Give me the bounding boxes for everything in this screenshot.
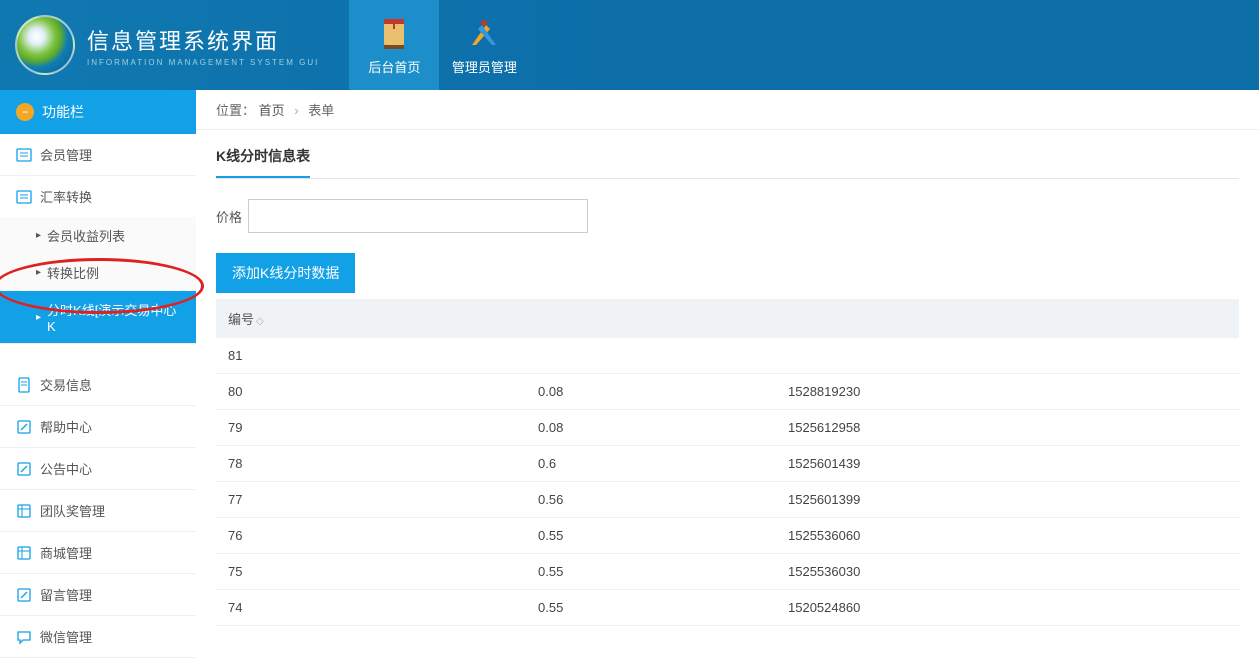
sidebar-item-label: 微信管理: [40, 627, 92, 646]
cell-price: 0.6: [538, 456, 788, 471]
cell-ts: 1528819230: [788, 384, 1227, 399]
chat-icon: [16, 629, 32, 645]
sidebar-item-label: 帮助中心: [40, 417, 92, 436]
cell-id: 80: [228, 384, 538, 399]
sidebar-item-message[interactable]: 留言管理: [0, 574, 196, 616]
nav-tab-admin-label: 管理员管理: [452, 57, 517, 76]
sidebar-header: − 功能栏: [0, 90, 196, 134]
app-subtitle: INFORMATION MANAGEMENT SYSTEM GUI: [87, 58, 319, 67]
add-kline-button[interactable]: 添加K线分时数据: [216, 253, 355, 293]
caret-right-icon: ▸: [36, 230, 41, 241]
chevron-right-icon: ›: [294, 103, 298, 118]
app-title: 信息管理系统界面: [87, 24, 319, 56]
cell-price: 0.56: [538, 492, 788, 507]
doc-icon: [16, 377, 32, 393]
panel-title: K线分时信息表: [216, 146, 310, 178]
edit-icon: [16, 419, 32, 435]
grid-icon: [16, 545, 32, 561]
cell-id: 81: [228, 348, 538, 363]
app-logo: [15, 15, 75, 75]
grid-icon: [16, 503, 32, 519]
price-form-row: 价格: [216, 199, 1239, 233]
sidebar-item-wechat[interactable]: 微信管理: [0, 616, 196, 658]
sidebar-sub-kline[interactable]: ▸ 分时K线[演示交易中心K: [0, 291, 196, 343]
table-row[interactable]: 760.551525536060: [216, 518, 1239, 554]
header-nav-tabs: 后台首页 管理员管理: [349, 0, 529, 90]
cell-price: 0.55: [538, 564, 788, 579]
breadcrumb-home[interactable]: 首页: [259, 103, 285, 118]
cell-ts: 1525536060: [788, 528, 1227, 543]
cell-ts: 1525601439: [788, 456, 1227, 471]
cell-id: 77: [228, 492, 538, 507]
app-header: 信息管理系统界面 INFORMATION MANAGEMENT SYSTEM G…: [0, 0, 1259, 90]
sidebar-item-mall[interactable]: 商城管理: [0, 532, 196, 574]
sidebar-item-label: 留言管理: [40, 585, 92, 604]
breadcrumb-label: 位置：: [216, 103, 255, 118]
sidebar-item-label: 会员管理: [40, 145, 92, 164]
sidebar-sub-label: 分时K线[演示交易中心K: [47, 300, 180, 334]
sidebar-sub-ratio[interactable]: ▸ 转换比例: [0, 254, 196, 291]
sidebar: − 功能栏 会员管理 汇率转换 ▸ 会员收益列表: [0, 90, 196, 658]
sidebar-item-exchange[interactable]: 汇率转换 ▸ 会员收益列表 ▸ 转换比例 ▸ 分时K线[演示交易中心K: [0, 176, 196, 344]
sidebar-item-label: 团队奖管理: [40, 501, 105, 520]
sort-icon: ◇: [256, 316, 264, 327]
sidebar-sub-label: 会员收益列表: [47, 226, 125, 245]
cell-ts: 1525536030: [788, 564, 1227, 579]
cell-ts: 1525601399: [788, 492, 1227, 507]
cell-id: 79: [228, 420, 538, 435]
nav-tab-home-label: 后台首页: [368, 57, 420, 76]
table-row[interactable]: 790.081525612958: [216, 410, 1239, 446]
table-row[interactable]: 780.61525601439: [216, 446, 1239, 482]
edit-icon: [16, 461, 32, 477]
sidebar-sub-earnings[interactable]: ▸ 会员收益列表: [0, 217, 196, 254]
main-content: 位置： 首页 › 表单 K线分时信息表 价格 添加K线分时数据 编号◇: [196, 90, 1259, 658]
list-icon: [16, 189, 32, 205]
sidebar-item-label: 交易信息: [40, 375, 92, 394]
caret-right-icon: ▸: [36, 312, 41, 323]
sidebar-item-members[interactable]: 会员管理: [0, 134, 196, 176]
sidebar-item-team[interactable]: 团队奖管理: [0, 490, 196, 532]
sidebar-item-trade[interactable]: 交易信息: [0, 364, 196, 406]
table-row[interactable]: 770.561525601399: [216, 482, 1239, 518]
table-header: 编号◇: [216, 299, 1239, 338]
cell-price: 0.55: [538, 528, 788, 543]
sidebar-item-announce[interactable]: 公告中心: [0, 448, 196, 490]
sidebar-item-label: 汇率转换: [40, 187, 92, 206]
price-input[interactable]: [248, 199, 588, 233]
panel: K线分时信息表 价格 添加K线分时数据 编号◇ 81800.0815288192…: [196, 130, 1259, 626]
cell-ts: [788, 348, 1227, 363]
cell-ts: 1525612958: [788, 420, 1227, 435]
cell-price: 0.08: [538, 384, 788, 399]
breadcrumb-current: 表单: [308, 103, 334, 118]
app-title-block: 信息管理系统界面 INFORMATION MANAGEMENT SYSTEM G…: [87, 24, 319, 67]
edit-icon: [16, 587, 32, 603]
data-table: 编号◇ 81800.081528819230790.08152561295878…: [216, 299, 1239, 626]
book-icon: [376, 15, 412, 51]
cell-id: 78: [228, 456, 538, 471]
cell-price: [538, 348, 788, 363]
sidebar-item-help[interactable]: 帮助中心: [0, 406, 196, 448]
sidebar-submenu-exchange: ▸ 会员收益列表 ▸ 转换比例 ▸ 分时K线[演示交易中心K: [0, 217, 196, 343]
sidebar-sub-label: 转换比例: [47, 263, 99, 282]
sidebar-header-label: 功能栏: [42, 102, 84, 122]
cell-price: 0.08: [538, 420, 788, 435]
table-row[interactable]: 750.551525536030: [216, 554, 1239, 590]
table-row[interactable]: 81: [216, 338, 1239, 374]
minus-circle-icon: −: [16, 103, 34, 121]
table-row[interactable]: 800.081528819230: [216, 374, 1239, 410]
cell-id: 75: [228, 564, 538, 579]
sidebar-item-label: 公告中心: [40, 459, 92, 478]
nav-tab-admin[interactable]: 管理员管理: [439, 0, 529, 90]
sidebar-item-label: 商城管理: [40, 543, 92, 562]
breadcrumb: 位置： 首页 › 表单: [196, 90, 1259, 130]
price-label: 价格: [216, 207, 242, 226]
col-id-header[interactable]: 编号◇: [228, 309, 538, 328]
nav-tab-home[interactable]: 后台首页: [349, 0, 439, 90]
list-icon: [16, 147, 32, 163]
caret-right-icon: ▸: [36, 267, 41, 278]
table-body: 81800.081528819230790.081525612958780.61…: [216, 338, 1239, 626]
table-row[interactable]: 740.551520524860: [216, 590, 1239, 626]
cell-id: 76: [228, 528, 538, 543]
tools-icon: [466, 15, 502, 51]
